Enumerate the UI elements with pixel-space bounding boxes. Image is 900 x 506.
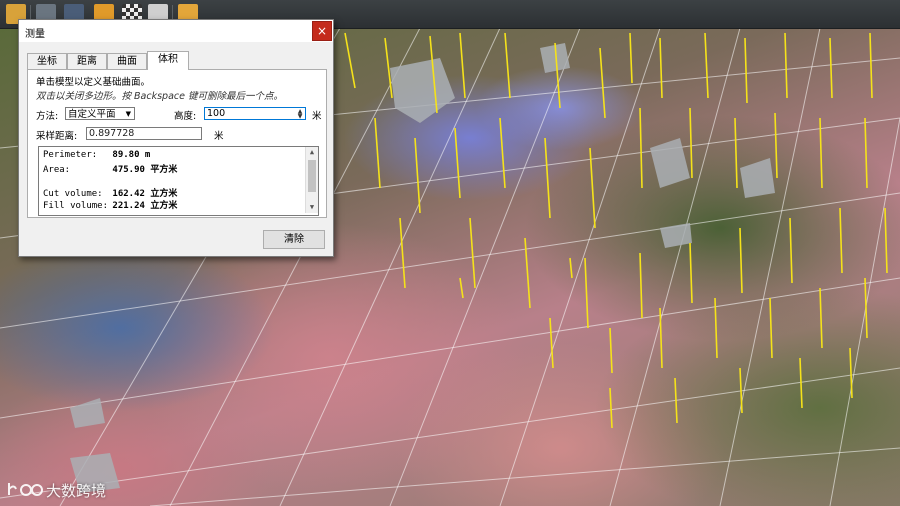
close-button[interactable]: × [312,21,332,41]
tab-volume[interactable]: 体积 [147,51,189,70]
results-scrollbar[interactable]: ▲ ▼ [305,147,318,213]
result-area: Area: 475.90 平方米 [43,162,177,175]
chevron-up-icon[interactable]: ▲ [306,147,318,158]
instruction-text: 单击模型以定义基础曲面。 [36,77,151,88]
watermark-logo-icon [8,483,43,496]
volume-panel: 单击模型以定义基础曲面。 双击以关闭多边形。按 Backspace 键可删除最后… [27,69,327,218]
watermark-text: 大数跨境 [46,482,107,500]
result-fill-volume: Fill volume: 221.24 立方米 [43,198,177,211]
result-value: 221.24 立方米 [112,201,178,211]
method-value: 自定义平面 [68,109,116,120]
method-select[interactable]: 自定义平面 ▼ [65,107,135,120]
scroll-thumb[interactable] [308,160,316,192]
sample-distance-unit: 米 [214,131,224,142]
result-perimeter: Perimeter: 89.80 m [43,150,150,160]
result-value: 89.80 m [112,150,151,160]
sample-distance-input[interactable]: 0.897728 [86,127,202,140]
result-value: 475.90 平方米 [112,165,178,175]
instruction-hint: 双击以关闭多边形。按 Backspace 键可删除最后一个点。 [36,91,283,102]
chevron-down-icon: ▼ [125,110,131,118]
results-box[interactable]: Perimeter: 89.80 m Area: 475.90 平方米 Cut … [38,146,319,216]
result-key: Fill volume: [43,201,109,211]
method-label: 方法: [36,111,59,122]
clear-button[interactable]: 清除 [263,230,325,249]
height-value: 100 [207,108,226,119]
result-key: Perimeter: [43,150,98,160]
measure-dialog: 测量 × 坐标 距离 曲面 体积 单击模型以定义基础曲面。 双击以关闭多边形。按… [18,19,334,257]
height-label: 高度: [174,111,197,122]
dialog-title: 测量 [25,29,45,40]
sample-distance-value: 0.897728 [89,128,135,139]
tab-distance[interactable]: 距离 [67,53,107,69]
result-key: Area: [43,165,71,175]
height-unit: 米 [312,111,322,122]
height-input[interactable]: 100 ▲ ▼ [204,107,306,120]
height-spinner[interactable]: ▲ ▼ [296,109,304,120]
tab-surface[interactable]: 曲面 [107,53,147,69]
chevron-down-icon[interactable]: ▼ [306,202,318,213]
tab-coordinates[interactable]: 坐标 [27,53,67,69]
sample-distance-label: 采样距离: [36,131,78,142]
dialog-titlebar[interactable]: 测量 × [19,20,333,42]
